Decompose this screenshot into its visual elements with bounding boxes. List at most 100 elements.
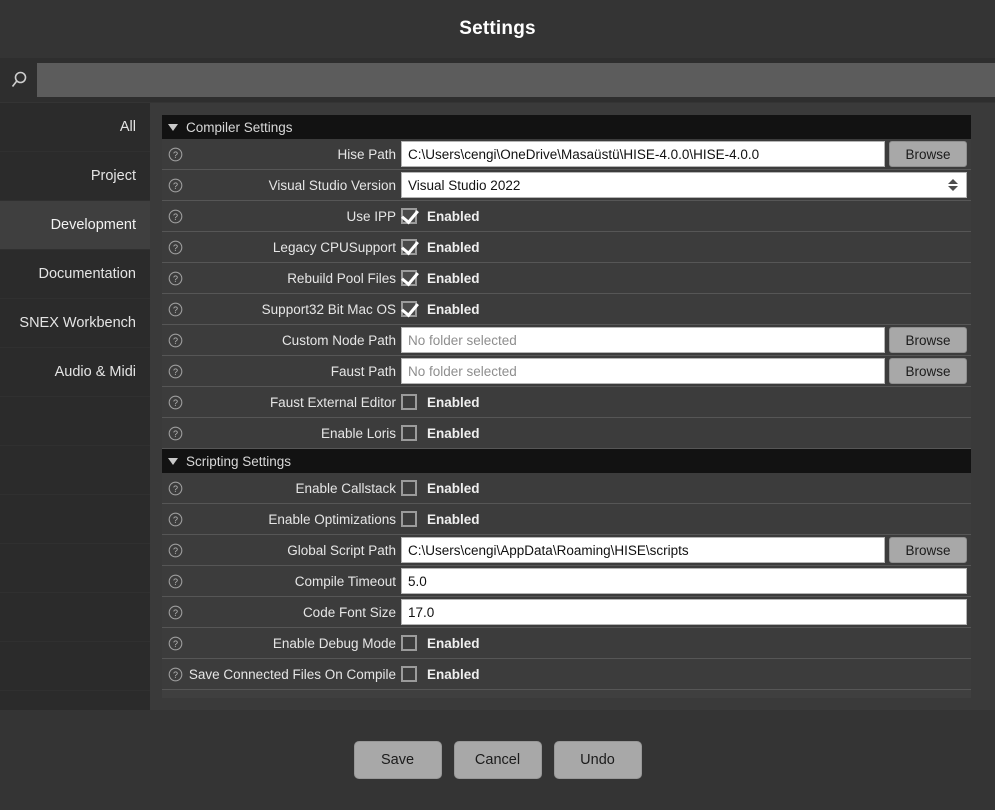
sidebar-item-snex-workbench[interactable]: SNEX Workbench	[0, 299, 150, 348]
search-icon	[0, 58, 37, 102]
setting-control: Enabled	[401, 504, 971, 534]
setting-row-legacy-cpusupport: ? Legacy CPUSupport Enabled	[162, 232, 971, 263]
setting-control: Browse	[401, 139, 971, 169]
svg-text:?: ?	[172, 608, 177, 618]
browse-button[interactable]: Browse	[889, 141, 967, 167]
use-ipp-checkbox[interactable]: Enabled	[401, 208, 480, 224]
undo-button[interactable]: Undo	[553, 741, 642, 779]
help-circle-icon[interactable]: ?	[162, 302, 188, 317]
setting-row-code-font-size: ? Code Font Size	[162, 597, 971, 628]
faust-external-editor-checkbox[interactable]: Enabled	[401, 394, 480, 410]
checkbox-label: Enabled	[427, 394, 480, 410]
setting-label: Code Font Size	[302, 604, 396, 620]
sidebar-item-development[interactable]: Development	[0, 201, 150, 250]
checkbox-box	[401, 666, 417, 682]
help-circle-icon[interactable]: ?	[162, 636, 188, 651]
setting-row-enable-callstack: ? Enable Callstack Enabled	[162, 473, 971, 504]
search-bar	[0, 58, 995, 102]
page-title: Settings	[459, 18, 536, 39]
browse-button[interactable]: Browse	[889, 327, 967, 353]
setting-control: Enabled	[401, 418, 971, 448]
svg-text:?: ?	[172, 212, 177, 222]
rebuild-pool-files-checkbox[interactable]: Enabled	[401, 270, 480, 286]
help-circle-icon[interactable]: ?	[162, 240, 188, 255]
help-circle-icon[interactable]: ?	[162, 333, 188, 348]
enable-callstack-checkbox[interactable]: Enabled	[401, 480, 480, 496]
browse-button[interactable]: Browse	[889, 537, 967, 563]
svg-text:?: ?	[172, 336, 177, 346]
setting-control: Browse	[401, 325, 971, 355]
setting-row-faust-path: ? Faust Path Browse	[162, 356, 971, 387]
help-circle-icon[interactable]: ?	[162, 481, 188, 496]
sidebar-item-documentation[interactable]: Documentation	[0, 250, 150, 299]
section-header-scripting-settings[interactable]: Scripting Settings	[162, 449, 971, 473]
setting-row-support32-bit-mac-os: ? Support32 Bit Mac OS Enabled	[162, 294, 971, 325]
help-circle-icon[interactable]: ?	[162, 178, 188, 193]
setting-label: Rebuild Pool Files	[287, 270, 396, 286]
svg-text:?: ?	[172, 181, 177, 191]
setting-control: Enabled	[401, 659, 971, 689]
code-font-size-input[interactable]	[401, 599, 967, 625]
save-button[interactable]: Save	[353, 741, 442, 779]
setting-row-enable-optimizations: ? Enable Optimizations Enabled	[162, 504, 971, 535]
sidebar-item-all[interactable]: All	[0, 103, 150, 152]
global-script-path-input[interactable]	[401, 537, 885, 563]
help-circle-icon[interactable]: ?	[162, 512, 188, 527]
sidebar: All Project Development Documentation SN…	[0, 103, 150, 710]
help-circle-icon[interactable]: ?	[162, 209, 188, 224]
setting-label: Compile Timeout	[294, 573, 396, 589]
checkbox-label: Enabled	[427, 666, 480, 682]
settings-rows: Compiler Settings ? Hise Path Browse	[162, 115, 971, 690]
help-circle-icon[interactable]: ?	[162, 147, 188, 162]
setting-label: Enable Debug Mode	[272, 635, 396, 651]
setting-control: Enabled	[401, 387, 971, 417]
setting-label: Custom Node Path	[281, 332, 396, 348]
svg-text:?: ?	[172, 150, 177, 160]
footer-buttons: Save Cancel Undo	[0, 710, 995, 810]
help-circle-icon[interactable]: ?	[162, 395, 188, 410]
help-circle-icon[interactable]: ?	[162, 364, 188, 379]
checkbox-box	[401, 480, 417, 496]
help-circle-icon[interactable]: ?	[162, 605, 188, 620]
setting-control	[401, 566, 971, 596]
setting-control: Enabled	[401, 628, 971, 658]
save-connected-files-on-compile-checkbox[interactable]: Enabled	[401, 666, 480, 682]
checkbox-label: Enabled	[427, 511, 480, 527]
svg-text:?: ?	[172, 398, 177, 408]
custom-node-path-input[interactable]	[401, 327, 885, 353]
title-bar: Settings	[0, 0, 995, 58]
help-circle-icon[interactable]: ?	[162, 543, 188, 558]
enable-debug-mode-checkbox[interactable]: Enabled	[401, 635, 480, 651]
setting-label: Support32 Bit Mac OS	[261, 301, 396, 317]
support32-bit-mac-os-checkbox[interactable]: Enabled	[401, 301, 480, 317]
enable-optimizations-checkbox[interactable]: Enabled	[401, 511, 480, 527]
legacy-cpusupport-checkbox[interactable]: Enabled	[401, 239, 480, 255]
sidebar-filler	[0, 642, 150, 691]
help-circle-icon[interactable]: ?	[162, 426, 188, 441]
section-header-compiler-settings[interactable]: Compiler Settings	[162, 115, 971, 139]
sidebar-item-audio-midi[interactable]: Audio & Midi	[0, 348, 150, 397]
triangle-down-icon	[168, 123, 178, 131]
checkbox-box	[401, 208, 417, 224]
checkbox-label: Enabled	[427, 480, 480, 496]
visual-studio-version-select[interactable]: Visual Studio 2022	[401, 172, 967, 198]
faust-path-input[interactable]	[401, 358, 885, 384]
setting-label: Hise Path	[337, 146, 396, 162]
enable-loris-checkbox[interactable]: Enabled	[401, 425, 480, 441]
sidebar-filler	[0, 446, 150, 495]
sidebar-item-project[interactable]: Project	[0, 152, 150, 201]
checkbox-box	[401, 511, 417, 527]
chevron-updown-icon	[948, 179, 958, 191]
settings-window: Settings All Project Development Documen…	[0, 0, 995, 810]
help-circle-icon[interactable]: ?	[162, 271, 188, 286]
hise-path-input[interactable]	[401, 141, 885, 167]
compile-timeout-input[interactable]	[401, 568, 967, 594]
sidebar-item-label: Documentation	[38, 266, 136, 282]
setting-row-enable-loris: ? Enable Loris Enabled	[162, 418, 971, 449]
search-input[interactable]	[37, 63, 995, 97]
help-circle-icon[interactable]: ?	[162, 574, 188, 589]
cancel-button[interactable]: Cancel	[453, 741, 542, 779]
browse-button[interactable]: Browse	[889, 358, 967, 384]
vertical-scrollbar[interactable]	[971, 115, 983, 698]
setting-control: Visual Studio 2022	[401, 170, 971, 200]
